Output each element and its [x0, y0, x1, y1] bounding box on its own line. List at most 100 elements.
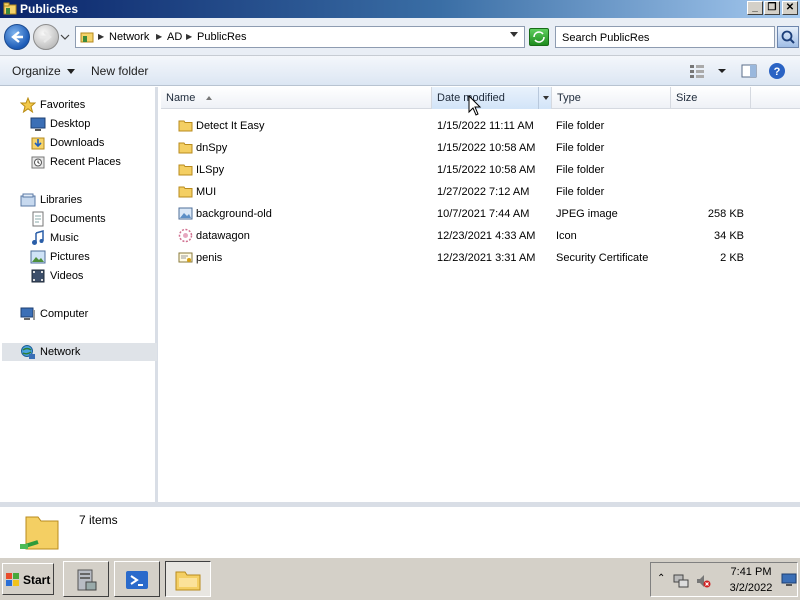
file-name: background-old	[196, 208, 272, 220]
preview-pane-icon[interactable]	[740, 62, 758, 80]
column-type-label: Type	[557, 92, 581, 104]
image-file-icon	[178, 207, 193, 220]
file-row[interactable]: background-old 10/7/2021 7:44 AM JPEG im…	[161, 203, 800, 225]
file-row[interactable]: datawagon 12/23/2021 4:33 AM Icon 34 KB	[161, 225, 800, 247]
powershell-icon	[126, 571, 148, 589]
column-header-type[interactable]: Type	[552, 87, 671, 109]
nav-network[interactable]: Network	[2, 343, 157, 361]
address-dropdown-icon[interactable]	[510, 32, 518, 37]
file-type: File folder	[556, 142, 605, 154]
file-date: 1/15/2022 10:58 AM	[437, 164, 536, 176]
file-row[interactable]: ILSpy 1/15/2022 10:58 AM File folder	[161, 159, 800, 181]
breadcrumb-separator[interactable]: ▶	[156, 32, 162, 41]
folder-icon	[178, 164, 193, 176]
chevron-down-icon	[66, 69, 75, 75]
breadcrumb-network[interactable]: Network	[109, 31, 149, 43]
folder-icon	[178, 186, 193, 198]
taskbar-powershell[interactable]	[114, 561, 160, 597]
file-row[interactable]: penis 12/23/2021 3:31 AM Security Certif…	[161, 247, 800, 269]
back-arrow-icon	[11, 31, 23, 43]
show-desktop-icon[interactable]	[781, 571, 797, 587]
window-title: PublicRes	[20, 2, 79, 16]
view-options-icon[interactable]	[688, 62, 706, 80]
icon-file-icon	[178, 228, 193, 243]
search-input[interactable]: Search PublicRes	[555, 26, 775, 48]
file-size: 34 KB	[714, 230, 744, 242]
help-icon[interactable]: ?	[768, 62, 786, 80]
search-placeholder: Search PublicRes	[562, 32, 650, 44]
folder-icon	[178, 120, 193, 132]
tray-network-icon[interactable]	[673, 573, 689, 589]
taskbar-explorer[interactable]	[165, 561, 211, 597]
navigation-pane: Favorites Desktop Downloads Recent Place…	[0, 87, 158, 502]
file-name: ILSpy	[196, 164, 225, 176]
pictures-icon	[30, 250, 46, 264]
taskbar-server-manager[interactable]	[63, 561, 109, 597]
server-manager-icon	[77, 569, 97, 591]
column-size-label: Size	[676, 92, 698, 104]
nav-downloads-label: Downloads	[50, 137, 105, 149]
file-row[interactable]: MUI 1/27/2022 7:12 AM File folder	[161, 181, 800, 203]
file-name: dnSpy	[196, 142, 228, 154]
breadcrumb-publicres[interactable]: PublicRes	[197, 31, 247, 43]
chevron-down-icon	[543, 96, 549, 100]
start-button[interactable]: Start	[2, 563, 54, 595]
file-row[interactable]: dnSpy 1/15/2022 10:58 AM File folder	[161, 137, 800, 159]
view-dropdown-icon[interactable]	[713, 62, 731, 80]
svg-text:?: ?	[774, 66, 781, 78]
music-icon	[32, 230, 44, 245]
search-icon	[781, 30, 795, 44]
search-button[interactable]	[777, 26, 799, 48]
history-dropdown-icon[interactable]	[60, 32, 70, 42]
file-date: 12/23/2021 4:33 AM	[437, 230, 536, 242]
file-date: 10/7/2021 7:44 AM	[437, 208, 530, 220]
file-size: 2 KB	[720, 252, 744, 264]
column-header-size[interactable]: Size	[671, 87, 751, 109]
breadcrumb-separator[interactable]: ▶	[186, 32, 192, 41]
breadcrumb-separator[interactable]: ▶	[98, 32, 104, 41]
certificate-icon	[178, 252, 193, 263]
organize-button[interactable]: Organize	[12, 64, 75, 78]
network-folder-large-icon	[20, 516, 59, 550]
file-row[interactable]: Detect It Easy 1/15/2022 11:11 AM File f…	[161, 115, 800, 137]
nav-desktop-label: Desktop	[50, 118, 91, 130]
address-bar[interactable]: ▶ Network ▶ AD ▶ PublicRes	[75, 26, 525, 48]
file-type: Icon	[556, 230, 577, 242]
column-filter-dropdown[interactable]	[538, 87, 552, 109]
command-bar: Organize New folder ?	[0, 56, 800, 86]
show-hidden-icons-icon[interactable]: ⌃	[657, 573, 665, 584]
clock-time[interactable]: 7:41 PM	[723, 566, 779, 578]
column-header-date-modified[interactable]: Date modified	[432, 87, 552, 109]
network-icon	[21, 345, 35, 359]
folder-icon	[178, 142, 193, 154]
minimize-button[interactable]: _	[747, 1, 763, 15]
desktop-icon	[30, 117, 46, 131]
close-button[interactable]: ✕	[782, 1, 798, 15]
nav-favorites-label: Favorites	[40, 99, 86, 111]
file-type: File folder	[556, 120, 605, 132]
file-type: Security Certificate	[556, 252, 649, 264]
column-header-name[interactable]: Name	[161, 87, 432, 109]
clock-date[interactable]: 3/2/2022	[723, 582, 779, 594]
details-pane: 7 items	[0, 507, 800, 557]
refresh-button[interactable]	[529, 28, 549, 46]
documents-icon	[32, 211, 44, 227]
volume-muted-icon[interactable]	[695, 573, 711, 589]
recent-places-icon	[31, 156, 45, 169]
refresh-icon	[533, 31, 545, 43]
system-tray: ⌃ 7:41 PM 3/2/2022	[650, 562, 798, 597]
forward-arrow-icon	[40, 31, 52, 43]
libraries-icon	[20, 193, 36, 207]
forward-button[interactable]	[33, 24, 59, 50]
back-button[interactable]	[4, 24, 30, 50]
address-row: ▶ Network ▶ AD ▶ PublicRes Search Public…	[0, 18, 800, 56]
file-type: File folder	[556, 164, 605, 176]
file-name: datawagon	[196, 230, 250, 242]
restore-button[interactable]: ❐	[764, 1, 780, 15]
breadcrumb-ad[interactable]: AD	[167, 31, 182, 43]
start-label: Start	[23, 573, 51, 587]
favorites-star-icon	[20, 97, 36, 113]
file-size: 258 KB	[707, 208, 744, 220]
title-bar[interactable]: PublicRes _ ❐ ✕	[0, 0, 800, 18]
new-folder-button[interactable]: New folder	[91, 64, 148, 78]
